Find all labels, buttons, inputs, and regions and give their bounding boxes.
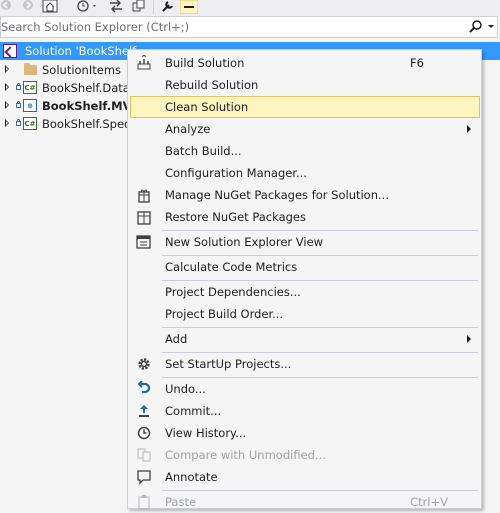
menu-item-label: Undo... <box>165 382 206 396</box>
tree-item-label: BookShelf.DataA <box>42 81 138 95</box>
menu-item-annotate[interactable]: Annotate <box>130 466 480 488</box>
menu-item-label: Calculate Code Metrics <box>165 260 298 274</box>
menu-item-compare-unmodified[interactable]: Compare with Unmodified... <box>130 444 480 466</box>
expand-icon[interactable] <box>5 101 9 109</box>
menu-item-label: Set StartUp Projects... <box>165 357 292 371</box>
paste-icon <box>138 495 150 510</box>
annotate-comment-icon <box>137 470 151 485</box>
menu-item-clean-solution[interactable]: Clean Solution <box>130 96 480 118</box>
history-icon <box>137 426 151 440</box>
home-icon[interactable] <box>42 0 58 14</box>
menu-item-label: Paste <box>165 495 197 509</box>
tree-item-label: BookShelf.MVC <box>42 99 140 113</box>
undo-icon <box>137 381 151 394</box>
menu-item-label: Annotate <box>165 470 218 484</box>
history-icon[interactable] <box>76 0 100 14</box>
expand-icon[interactable] <box>5 119 9 127</box>
menu-item-label: Commit... <box>165 404 222 418</box>
search-input[interactable] <box>1 19 456 35</box>
menu-item-analyze[interactable]: Analyze <box>130 118 480 140</box>
sync-icon[interactable] <box>109 0 123 14</box>
csharp-project-icon: C# <box>23 117 37 130</box>
menu-item-batch-build[interactable]: Batch Build... <box>130 140 480 162</box>
build-icon <box>137 55 151 70</box>
preview-icon[interactable] <box>180 0 198 14</box>
menu-item-rebuild-solution[interactable]: Rebuild Solution <box>130 74 480 96</box>
forward-icon[interactable] <box>22 0 34 14</box>
solution-icon <box>3 44 17 58</box>
menu-item-label: Batch Build... <box>165 144 242 158</box>
toolbar-separator <box>153 0 154 14</box>
lock-icon <box>16 101 21 108</box>
menu-item-build-solution[interactable]: Build Solution F6 <box>130 52 480 74</box>
menu-item-label: Build Solution <box>165 56 245 70</box>
menu-item-restore-nuget[interactable]: Restore NuGet Packages <box>130 206 480 228</box>
expand-icon[interactable] <box>5 83 9 91</box>
solution-explorer-toolbar <box>0 0 500 16</box>
menu-item-label: Manage NuGet Packages for Solution... <box>165 188 389 202</box>
menu-item-label: Clean Solution <box>165 100 249 114</box>
menu-item-set-startup-projects[interactable]: Set StartUp Projects... <box>130 353 480 375</box>
folder-icon <box>24 63 37 75</box>
properties-icon[interactable] <box>160 0 174 14</box>
compare-icon <box>137 448 151 462</box>
menu-item-configuration-manager[interactable]: Configuration Manager... <box>130 162 480 184</box>
menu-item-project-build-order[interactable]: Project Build Order... <box>130 303 480 325</box>
menu-item-undo[interactable]: Undo... <box>130 378 480 400</box>
menu-item-paste[interactable]: Paste Ctrl+V <box>130 491 480 513</box>
search-options-chevron-icon[interactable] <box>488 25 494 28</box>
menu-item-calculate-code-metrics[interactable]: Calculate Code Metrics <box>130 256 480 278</box>
tree-item-label: BookShelf.Specf <box>42 117 135 131</box>
menu-item-shortcut: Ctrl+V <box>410 495 448 509</box>
tree-item-label: SolutionItems <box>42 63 122 77</box>
lock-icon <box>16 119 21 126</box>
web-project-icon: ⊕ <box>23 99 37 112</box>
menu-item-project-dependencies[interactable]: Project Dependencies... <box>130 281 480 303</box>
menu-item-label: Compare with Unmodified... <box>165 448 326 462</box>
menu-item-label: Restore NuGet Packages <box>165 210 306 224</box>
menu-item-add[interactable]: Add <box>130 328 480 350</box>
menu-item-label: Project Build Order... <box>165 307 284 321</box>
menu-item-label: Rebuild Solution <box>165 78 259 92</box>
gear-icon <box>138 358 150 370</box>
menu-item-shortcut: F6 <box>410 56 424 70</box>
pending-changes-icon[interactable] <box>132 0 146 14</box>
submenu-arrow-icon <box>467 335 471 343</box>
menu-item-label: Project Dependencies... <box>165 285 301 299</box>
menu-item-new-solution-explorer-view[interactable]: New Solution Explorer View <box>130 231 480 253</box>
restore-packages-icon <box>137 211 151 225</box>
commit-upload-icon <box>139 405 149 417</box>
menu-item-view-history[interactable]: View History... <box>130 422 480 444</box>
menu-item-manage-nuget[interactable]: Manage NuGet Packages for Solution... <box>130 184 480 206</box>
back-icon[interactable] <box>0 0 12 14</box>
lock-icon <box>16 83 21 90</box>
new-view-icon <box>136 235 151 249</box>
solution-context-menu: Build Solution F6 Rebuild Solution Clean… <box>127 49 482 510</box>
nuget-package-icon <box>138 189 150 203</box>
expand-icon[interactable] <box>5 65 9 73</box>
csharp-project-icon: C# <box>23 81 37 94</box>
search-icon[interactable] <box>469 20 483 34</box>
menu-item-label: New Solution Explorer View <box>165 235 324 249</box>
menu-item-label: View History... <box>165 426 247 440</box>
menu-item-label: Configuration Manager... <box>165 166 307 180</box>
menu-item-label: Add <box>165 332 188 346</box>
submenu-arrow-icon <box>467 125 471 133</box>
search-box <box>0 16 498 38</box>
menu-item-commit[interactable]: Commit... <box>130 400 480 422</box>
tree-item-label: Solution 'BookShelf <box>25 44 137 58</box>
menu-item-label: Analyze <box>165 122 211 136</box>
